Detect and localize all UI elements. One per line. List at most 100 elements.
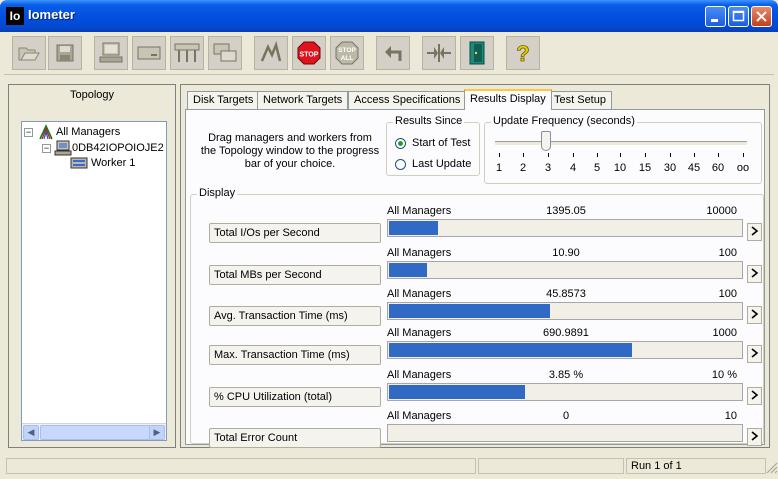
progress-bar[interactable] — [387, 424, 743, 442]
open-button[interactable] — [12, 36, 46, 70]
tree-node-label: 0DB42IOPOIOJE2 — [72, 142, 164, 154]
exit-icon — [469, 41, 485, 65]
row-max-value: 10000 — [706, 205, 737, 217]
collapse-toggle[interactable]: − — [42, 143, 51, 153]
chevron-right-icon — [751, 309, 759, 319]
row-current-value: 45.8573 — [546, 288, 586, 300]
stop-button[interactable]: STOP — [292, 36, 326, 70]
tick-mark — [718, 153, 719, 157]
scroll-right-button[interactable]: ▶ — [149, 425, 165, 440]
maximize-button[interactable] — [728, 6, 749, 27]
minimize-button[interactable] — [705, 6, 726, 27]
svg-text:STOP: STOP — [300, 52, 319, 59]
update-frequency-slider-track[interactable] — [495, 141, 747, 146]
progress-bar[interactable] — [387, 383, 743, 401]
metric-select-button[interactable]: Avg. Transaction Time (ms) — [209, 306, 381, 326]
tick-label: 5 — [593, 162, 601, 174]
tick-mark — [670, 153, 671, 157]
copy-worker-button[interactable] — [208, 36, 242, 70]
tick-label: 10 — [613, 162, 627, 174]
help-icon: ? — [516, 41, 530, 66]
status-bar: Run 1 of 1 — [4, 455, 778, 475]
tab-network-targets[interactable]: Network Targets — [257, 91, 349, 109]
topology-title: Topology — [69, 89, 115, 101]
tab-access-specifications[interactable]: Access Specifications — [348, 91, 467, 109]
tick-mark — [694, 153, 695, 157]
disconnect-workers-button[interactable] — [422, 36, 456, 70]
save-button[interactable] — [48, 36, 82, 70]
scroll-left-button[interactable]: ◀ — [23, 425, 39, 440]
tick-label: 4 — [569, 162, 577, 174]
row-max-value: 100 — [718, 288, 737, 300]
display-group: Display All Managers 1395.05 10000 Total I/… — [190, 187, 764, 448]
new-disk-worker-button[interactable] — [132, 36, 166, 70]
maximize-icon — [732, 10, 745, 22]
radio-start-of-test[interactable]: Start of Test — [395, 137, 471, 149]
svg-text:?: ? — [516, 41, 529, 66]
metric-select-button[interactable]: Total Error Count — [209, 428, 381, 448]
radio-selected-indicator — [395, 137, 406, 149]
update-frequency-slider-thumb[interactable] — [541, 131, 551, 151]
resize-grip-icon[interactable] — [766, 462, 778, 474]
main-area: Topology − All Managers − 0DB42IOPOIOJE2… — [4, 78, 774, 455]
start-tests-icon — [260, 41, 282, 62]
reset-workers-button[interactable] — [376, 36, 410, 70]
disconnect-workers-icon — [427, 44, 451, 62]
new-manager-button[interactable] — [94, 36, 128, 70]
tick-label: 2 — [519, 162, 527, 174]
results-since-title: Results Since — [393, 115, 465, 127]
tree-horizontal-scrollbar[interactable]: ◀ ▶ — [22, 423, 166, 440]
tick-mark — [620, 153, 621, 157]
tick-mark — [548, 153, 549, 157]
row-arrow-button[interactable] — [747, 223, 762, 241]
tab-disk-targets[interactable]: Disk Targets — [187, 91, 260, 109]
new-network-worker-button[interactable] — [170, 36, 204, 70]
start-tests-button[interactable] — [254, 36, 288, 70]
tick-mark — [573, 153, 574, 157]
radio-last-update[interactable]: Last Update — [395, 158, 471, 170]
row-arrow-button[interactable] — [747, 428, 762, 446]
row-source-label: All Managers — [387, 410, 452, 422]
tree-node-all-managers[interactable]: − All Managers — [24, 124, 120, 140]
row-current-value: 1395.05 — [546, 205, 586, 217]
row-arrow-button[interactable] — [747, 306, 762, 324]
progress-bar[interactable] — [387, 261, 743, 279]
computer-icon — [54, 140, 72, 156]
stop-all-button[interactable]: STOP ALL — [330, 36, 364, 70]
app-icon: Io — [6, 7, 24, 25]
metric-select-button[interactable]: % CPU Utilization (total) — [209, 387, 381, 407]
collapse-toggle[interactable]: − — [24, 127, 33, 137]
tick-label: 30 — [663, 162, 677, 174]
metric-select-button[interactable]: Total MBs per Second — [209, 265, 381, 285]
close-button[interactable] — [751, 6, 772, 27]
tree-node-manager[interactable]: − 0DB42IOPOIOJE2 — [42, 140, 164, 156]
row-source-label: All Managers — [387, 205, 452, 217]
metric-select-button[interactable]: Total I/Os per Second — [209, 223, 381, 243]
progress-bar[interactable] — [387, 219, 743, 237]
progress-bar[interactable] — [387, 341, 743, 359]
row-arrow-button[interactable] — [747, 345, 762, 363]
tab-test-setup[interactable]: Test Setup — [548, 91, 612, 109]
title-bar[interactable]: Io Iometer — [0, 0, 778, 32]
topology-tree[interactable]: − All Managers − 0DB42IOPOIOJE2 Worker 1… — [21, 121, 167, 441]
toolbar: STOP STOP ALL ? — [4, 32, 774, 75]
metric-select-button[interactable]: Max. Transaction Time (ms) — [209, 345, 381, 365]
status-run-count: Run 1 of 1 — [626, 458, 766, 474]
row-arrow-button[interactable] — [747, 265, 762, 283]
row-current-value: 10.90 — [552, 247, 580, 259]
row-source-label: All Managers — [387, 369, 452, 381]
radio-indicator — [395, 158, 406, 170]
minimize-icon — [711, 19, 718, 22]
new-network-worker-icon — [174, 43, 200, 62]
progress-bar-fill — [389, 263, 427, 277]
exit-button[interactable] — [460, 36, 494, 70]
help-button[interactable]: ? — [506, 36, 540, 70]
tab-results-display[interactable]: Results Display — [464, 89, 552, 110]
results-since-group: Results Since Start of Test Last Update — [386, 115, 480, 176]
tree-node-label: Worker 1 — [91, 157, 136, 169]
progress-bar[interactable] — [387, 302, 743, 320]
save-icon — [56, 44, 74, 62]
scroll-thumb[interactable] — [40, 425, 150, 440]
tree-node-worker[interactable]: Worker 1 — [70, 156, 135, 170]
row-arrow-button[interactable] — [747, 387, 762, 405]
